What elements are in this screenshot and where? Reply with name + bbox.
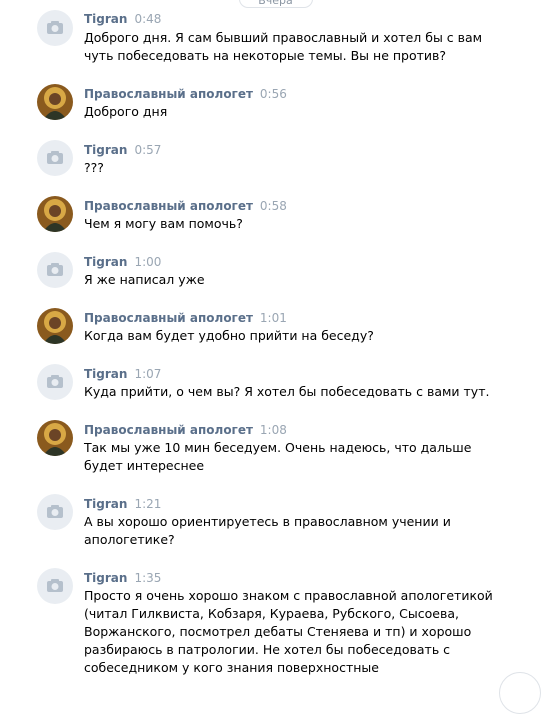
message-time: 1:07 — [134, 367, 162, 381]
camera-icon[interactable] — [37, 364, 73, 400]
camera-icon[interactable] — [37, 494, 73, 530]
author-name[interactable]: Tigran 1:00 — [84, 255, 161, 269]
message-time: 0:48 — [134, 12, 162, 26]
author-name[interactable]: Tigran 1:21 — [84, 497, 161, 511]
message-text: Так мы уже 10 мин беседуем. Очень надеюс… — [84, 440, 472, 473]
author-name[interactable]: Православный апологет 0:58 — [84, 199, 287, 213]
author-name[interactable]: Православный апологет 0:56 — [84, 87, 287, 101]
camera-icon[interactable] — [37, 10, 73, 46]
message-time: 1:01 — [259, 311, 287, 325]
message-text: Доброго дня. Я сам бывший православный и… — [84, 30, 483, 63]
message-time: 1:00 — [134, 255, 162, 269]
message-time: 0:57 — [134, 143, 162, 157]
message-text: Когда вам будет удобно прийти на беседу? — [84, 328, 374, 343]
message-time: 0:58 — [259, 199, 287, 213]
author-name[interactable]: Tigran 0:48 — [84, 12, 161, 26]
message-text: Куда прийти, о чем вы? Я хотел бы побесе… — [84, 384, 490, 399]
message-time: 1:35 — [134, 571, 162, 585]
saint-icon[interactable] — [37, 420, 73, 456]
camera-icon[interactable] — [37, 140, 73, 176]
camera-icon[interactable] — [37, 252, 73, 288]
scroll-down-button[interactable] — [499, 672, 541, 714]
message-text: Доброго дня — [84, 104, 168, 119]
message-time: 1:08 — [259, 423, 287, 437]
message-text: Просто я очень хорошо знаком с православ… — [84, 588, 493, 675]
saint-icon[interactable] — [37, 196, 73, 232]
camera-icon[interactable] — [37, 568, 73, 604]
day-separator: Вчера — [238, 0, 313, 8]
message-text: ??? — [84, 160, 104, 175]
author-name[interactable]: Tigran 1:07 — [84, 367, 161, 381]
saint-icon[interactable] — [37, 308, 73, 344]
message-text: Чем я могу вам помочь? — [84, 216, 243, 231]
message-text: А вы хорошо ориентируетесь в православно… — [84, 514, 451, 547]
message-text: Я же написал уже — [84, 272, 205, 287]
message-time: 0:56 — [259, 87, 287, 101]
saint-icon[interactable] — [37, 84, 73, 120]
message-time: 1:21 — [134, 497, 162, 511]
author-name[interactable]: Православный апологет 1:08 — [84, 423, 287, 437]
author-name[interactable]: Tigran 0:57 — [84, 143, 161, 157]
author-name[interactable]: Православный апологет 1:01 — [84, 311, 287, 325]
author-name[interactable]: Tigran 1:35 — [84, 571, 161, 585]
